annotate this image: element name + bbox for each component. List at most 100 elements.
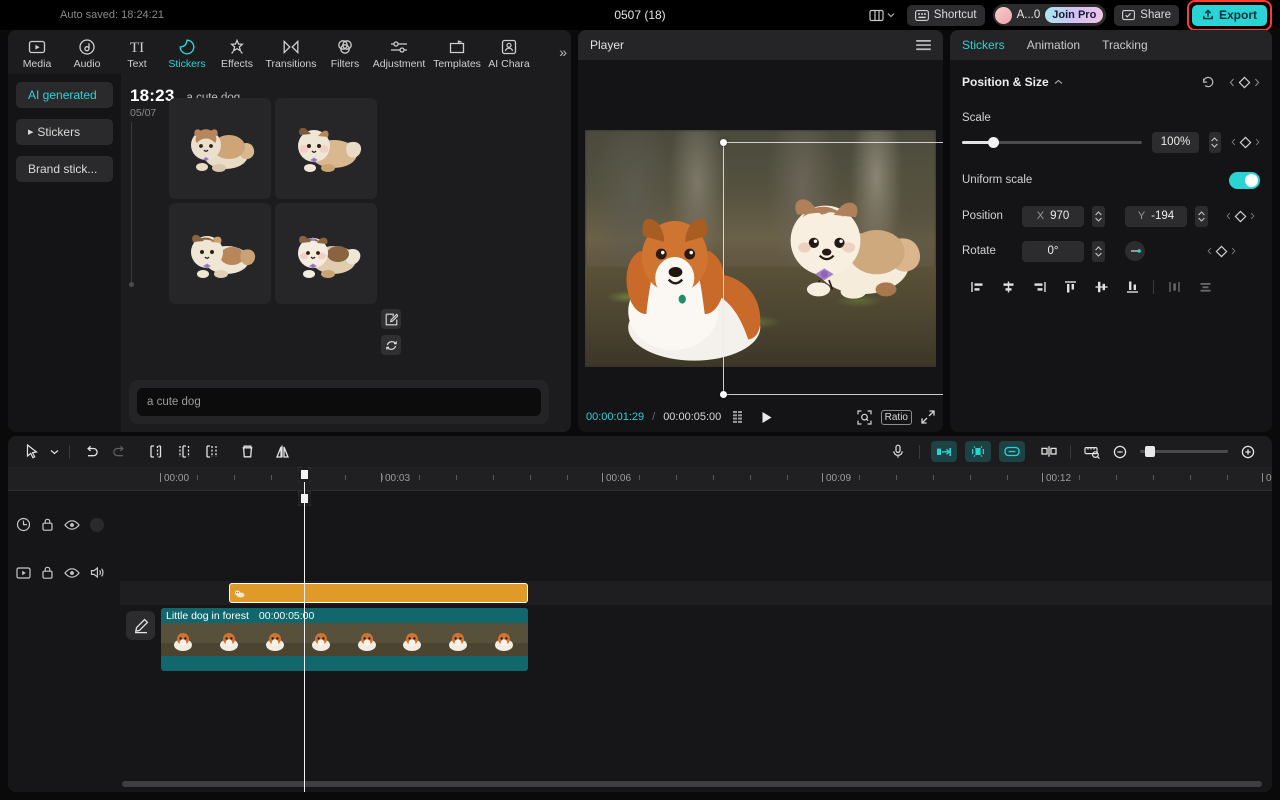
timeline-ruler[interactable]: 00:00 00:03 00:06 00:09 00:12 00: <box>8 467 1272 491</box>
selection-handle-top-left[interactable] <box>720 139 727 146</box>
regenerate-icon[interactable] <box>381 335 401 355</box>
shortcut-button[interactable]: Shortcut <box>907 5 985 26</box>
redo-icon[interactable] <box>105 441 133 463</box>
auto-snap-icon[interactable] <box>965 441 991 462</box>
tab-ai-character[interactable]: AI Chara <box>486 34 532 70</box>
align-right-icon[interactable] <box>1024 276 1055 298</box>
video-track-icon[interactable] <box>16 566 31 580</box>
split-icon[interactable] <box>169 441 197 463</box>
timeline-horizontal-scrollbar[interactable] <box>122 781 1262 787</box>
tab-text[interactable]: TI Text <box>112 34 162 70</box>
edit-prompt-icon[interactable] <box>381 309 401 329</box>
inspector-body: Position & Size <box>950 60 1272 299</box>
position-x-stepper[interactable] <box>1092 206 1105 227</box>
prompt-input[interactable] <box>137 388 541 416</box>
sidebar-item-stickers[interactable]: ▶ Stickers <box>16 119 113 145</box>
sidebar-item-brand-stickers[interactable]: Brand stick... <box>16 156 113 182</box>
account-chip[interactable]: A...0 Join Pro <box>993 4 1107 26</box>
position-x-field[interactable]: X 970 <box>1022 206 1084 227</box>
scale-slider[interactable] <box>962 141 1142 144</box>
selection-bounding-box[interactable] <box>723 142 943 395</box>
eye-icon[interactable] <box>64 567 80 579</box>
align-bottom-icon[interactable] <box>1117 276 1148 298</box>
scale-value-field[interactable]: 100% <box>1152 132 1198 153</box>
align-middle-vertical-icon[interactable] <box>1086 276 1117 298</box>
sidebar-item-ai-generated[interactable]: AI generated <box>16 82 113 108</box>
tab-animation[interactable]: Animation <box>1027 38 1080 52</box>
section-title-row[interactable]: Position & Size <box>962 75 1063 89</box>
rotate-dial-icon[interactable] <box>1125 241 1145 261</box>
select-cursor-icon[interactable] <box>18 441 46 463</box>
trim-end-icon[interactable] <box>197 441 225 463</box>
tab-stickers[interactable]: Stickers <box>162 34 212 70</box>
scale-keyframe[interactable] <box>1231 136 1260 149</box>
timeline-clip-area[interactable]: Little dog in forest 00:00:05:00 <box>120 491 1272 792</box>
sticker-thumb-3[interactable] <box>169 203 271 304</box>
chevron-up-icon[interactable] <box>1054 79 1063 85</box>
tab-templates[interactable]: Templates <box>428 34 486 70</box>
ratio-button[interactable]: Ratio <box>881 410 912 425</box>
zoom-in-icon[interactable] <box>1234 441 1262 463</box>
align-top-icon[interactable] <box>1055 276 1086 298</box>
delete-icon[interactable] <box>233 441 261 463</box>
selection-handle-bottom-left[interactable] <box>720 391 727 398</box>
zoom-out-icon[interactable] <box>1106 441 1134 463</box>
speaker-icon[interactable] <box>90 566 105 579</box>
tab-stickers-inspector[interactable]: Stickers <box>962 38 1005 52</box>
layout-button[interactable] <box>865 9 899 22</box>
tab-tracking[interactable]: Tracking <box>1102 38 1148 52</box>
undo-icon[interactable] <box>77 441 105 463</box>
timeline-zoom-slider[interactable] <box>1140 450 1228 453</box>
split-playhead-icon[interactable] <box>1035 441 1063 463</box>
rotate-value-field[interactable]: 0° <box>1022 241 1084 262</box>
snap-left-icon[interactable] <box>931 441 957 462</box>
trim-start-icon[interactable] <box>141 441 169 463</box>
lock-icon[interactable] <box>41 565 54 580</box>
eye-icon[interactable] <box>64 519 80 531</box>
chevron-double-right-icon[interactable]: » <box>559 44 567 60</box>
join-pro-badge[interactable]: Join Pro <box>1045 7 1103 23</box>
link-clip-icon[interactable] <box>999 441 1025 462</box>
hamburger-menu-icon[interactable] <box>916 39 931 51</box>
tab-media[interactable]: Media <box>12 34 62 70</box>
lock-icon[interactable] <box>41 517 54 532</box>
zoom-slider-knob[interactable] <box>1145 446 1155 457</box>
scale-stepper[interactable] <box>1209 132 1221 153</box>
rotate-stepper[interactable] <box>1092 241 1105 262</box>
sticker-thumb-4[interactable] <box>275 203 377 304</box>
export-button[interactable]: Export <box>1192 5 1267 26</box>
fullscreen-icon[interactable] <box>921 410 935 424</box>
align-left-icon[interactable] <box>962 276 993 298</box>
position-y-stepper[interactable] <box>1195 206 1208 227</box>
distribute-horizontal-icon[interactable] <box>1159 276 1190 298</box>
playhead-handle-top[interactable] <box>298 467 311 482</box>
sticker-thumb-2[interactable] <box>275 98 377 199</box>
distribute-vertical-icon[interactable] <box>1190 276 1221 298</box>
uniform-scale-toggle[interactable] <box>1229 172 1260 189</box>
tab-filters[interactable]: Filters <box>320 34 370 70</box>
reset-icon[interactable] <box>1201 75 1215 89</box>
align-center-horizontal-icon[interactable] <box>993 276 1024 298</box>
play-icon[interactable] <box>761 411 773 424</box>
rotate-keyframe[interactable] <box>1207 245 1236 258</box>
tab-effects[interactable]: Effects <box>212 34 262 70</box>
playhead-line[interactable] <box>304 467 305 792</box>
position-keyframe[interactable] <box>1226 210 1255 223</box>
tab-audio[interactable]: Audio <box>62 34 112 70</box>
clip-sticker[interactable] <box>229 583 528 603</box>
share-button[interactable]: Share <box>1114 5 1179 26</box>
queue-list-icon[interactable] <box>733 411 747 423</box>
tab-transitions[interactable]: Transitions <box>262 34 320 70</box>
keyframe-control[interactable] <box>1229 76 1260 89</box>
zoom-fit-icon[interactable] <box>857 410 872 425</box>
mirror-icon[interactable] <box>269 441 297 463</box>
tab-adjustment[interactable]: Adjustment <box>370 34 428 70</box>
sticker-thumb-1[interactable] <box>169 98 271 199</box>
microphone-icon[interactable] <box>884 441 912 463</box>
position-y-field[interactable]: Y -194 <box>1125 206 1187 227</box>
ruler-zoom-icon[interactable] <box>1078 441 1106 463</box>
edit-pencil-icon[interactable] <box>126 611 155 640</box>
cursor-dropdown-chevron-icon[interactable] <box>46 441 62 463</box>
clock-icon[interactable] <box>16 517 31 532</box>
clip-video[interactable]: Little dog in forest 00:00:05:00 <box>161 608 528 671</box>
